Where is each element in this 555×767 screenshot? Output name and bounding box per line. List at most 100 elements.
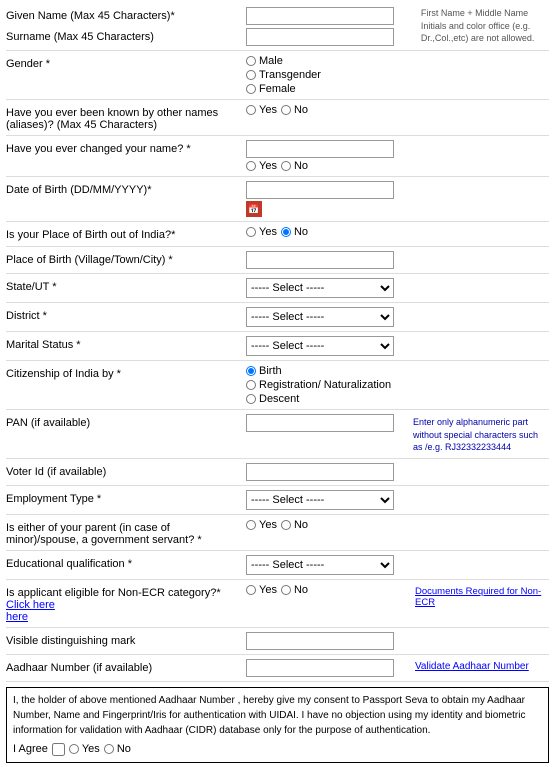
aliases-label: Have you ever been known by other names … <box>6 104 246 131</box>
consent-text: I, the holder of above mentioned Aadhaar… <box>13 695 525 736</box>
aliases-yes-row: Yes <box>246 104 277 116</box>
parent-govt-yes-label: Yes <box>259 519 277 531</box>
district-input-col: ----- Select ----- <box>246 307 549 327</box>
calendar-icon[interactable]: 📅 <box>246 201 262 217</box>
non-ecr-yes-label: Yes <box>259 584 277 596</box>
given-name-input[interactable] <box>246 7 394 25</box>
name-changed-label: Have you ever changed your name? * <box>6 140 246 155</box>
firstname-note: First Name + Middle Name Initials and co… <box>417 7 549 46</box>
birth-out-yes-row: Yes <box>246 226 277 238</box>
employment-label: Employment Type * <box>6 490 246 505</box>
given-name-field-row: Given Name (Max 45 Characters)* <box>6 7 417 25</box>
gender-female-radio[interactable] <box>246 84 256 94</box>
place-birth-out-row: Is your Place of Birth out of India?* Ye… <box>6 223 549 245</box>
district-select[interactable]: ----- Select ----- <box>246 307 394 327</box>
name-changed-yes-row: Yes <box>246 160 277 172</box>
aliases-no-label: No <box>294 104 308 116</box>
citizenship-descent-row: Descent <box>246 393 549 405</box>
parent-govt-no-label: No <box>294 519 308 531</box>
agree-checkbox[interactable] <box>52 743 65 756</box>
pan-input-col <box>246 414 409 432</box>
birth-out-no-label: No <box>294 226 308 238</box>
name-changed-no-radio[interactable] <box>281 161 291 171</box>
gender-row: Gender * Male Transgender Female <box>6 52 549 98</box>
employment-select[interactable]: ----- Select ----- <box>246 490 394 510</box>
name-changed-input-col: Yes No <box>246 140 549 172</box>
parent-govt-label: Is either of your parent (in case of min… <box>6 519 246 546</box>
employment-input-col: ----- Select ----- <box>246 490 549 510</box>
birth-out-yes-radio[interactable] <box>246 227 256 237</box>
name-changed-yes-radio[interactable] <box>246 161 256 171</box>
aliases-no-radio[interactable] <box>281 105 291 115</box>
consent-box: I, the holder of above mentioned Aadhaar… <box>6 687 549 764</box>
citizenship-reg-row: Registration/ Naturalization <box>246 379 549 391</box>
education-select[interactable]: ----- Select ----- <box>246 555 394 575</box>
distinguish-input[interactable] <box>246 632 394 650</box>
marital-label: Marital Status * <box>6 336 246 351</box>
docs-non-ecr-link[interactable]: Documents Required for Non-ECR <box>415 586 541 608</box>
birth-out-no-radio[interactable] <box>281 227 291 237</box>
aadhaar-input[interactable] <box>246 659 394 677</box>
non-ecr-yes-radio[interactable] <box>246 585 256 595</box>
gender-trans-label: Transgender <box>259 69 321 81</box>
non-ecr-here-link[interactable]: here <box>6 611 28 623</box>
marital-select[interactable]: ----- Select ----- <box>246 336 394 356</box>
non-ecr-click-link[interactable]: Click here <box>6 599 55 611</box>
surname-label: Surname (Max 45 Characters) <box>6 31 246 43</box>
i-agree-label: I Agree <box>13 741 48 758</box>
gender-trans-row: Transgender <box>246 69 549 81</box>
aliases-no-row: No <box>281 104 308 116</box>
pan-input[interactable] <box>246 414 394 432</box>
agree-yes-radio[interactable] <box>69 744 79 754</box>
place-birth-input[interactable] <box>246 251 394 269</box>
place-birth-row: Place of Birth (Village/Town/City) * <box>6 248 549 272</box>
agree-yes-row: Yes <box>69 741 100 758</box>
pan-row: PAN (if available) Enter only alphanumer… <box>6 411 549 457</box>
dob-row: Date of Birth (DD/MM/YYYY)* 📅 <box>6 178 549 220</box>
agree-yes-label: Yes <box>82 741 100 758</box>
agree-no-radio[interactable] <box>104 744 114 754</box>
surname-input[interactable] <box>246 28 394 46</box>
distinguish-label: Visible distinguishing mark <box>6 632 246 647</box>
aadhaar-validate-col: Validate Aadhaar Number <box>409 659 549 672</box>
aliases-input-col: Yes No <box>246 104 549 116</box>
non-ecr-docs-col: Documents Required for Non-ECR <box>409 584 549 608</box>
state-row: State/UT * ----- Select ----- <box>6 275 549 301</box>
state-select[interactable]: ----- Select ----- <box>246 278 394 298</box>
citizenship-reg-radio[interactable] <box>246 380 256 390</box>
parent-govt-yes-row: Yes <box>246 519 277 531</box>
given-name-label: Given Name (Max 45 Characters)* <box>6 10 246 22</box>
gender-female-label: Female <box>259 83 296 95</box>
citizenship-birth-radio[interactable] <box>246 366 256 376</box>
citizenship-descent-radio[interactable] <box>246 394 256 404</box>
given-name-row: Given Name (Max 45 Characters)* Surname … <box>6 4 549 49</box>
aliases-row: Have you ever been known by other names … <box>6 101 549 134</box>
education-label: Educational qualification * <box>6 555 246 570</box>
non-ecr-no-label: No <box>294 584 308 596</box>
non-ecr-no-radio[interactable] <box>281 585 291 595</box>
citizenship-reg-label: Registration/ Naturalization <box>259 379 391 391</box>
non-ecr-no-row: No <box>281 584 308 596</box>
surname-field-row: Surname (Max 45 Characters) <box>6 28 417 46</box>
voter-id-input[interactable] <box>246 463 394 481</box>
parent-govt-no-radio[interactable] <box>281 520 291 530</box>
name-changed-text-input[interactable] <box>246 140 394 158</box>
aliases-yes-radio[interactable] <box>246 105 256 115</box>
gender-input-col: Male Transgender Female <box>246 55 549 95</box>
birth-out-no-row: No <box>281 226 308 238</box>
validate-aadhaar-link[interactable]: Validate Aadhaar Number <box>415 661 529 672</box>
parent-govt-input-col: Yes No <box>246 519 549 531</box>
dob-label: Date of Birth (DD/MM/YYYY)* <box>6 181 246 196</box>
gender-male-row: Male <box>246 55 549 67</box>
agree-no-label: No <box>117 741 131 758</box>
gender-trans-radio[interactable] <box>246 70 256 80</box>
dob-input[interactable] <box>246 181 394 199</box>
parent-govt-yes-radio[interactable] <box>246 520 256 530</box>
voter-id-row: Voter Id (if available) <box>6 460 549 484</box>
pan-note: Enter only alphanumeric part without spe… <box>409 414 549 454</box>
citizenship-input-col: Birth Registration/ Naturalization Desce… <box>246 365 549 405</box>
place-birth-out-label: Is your Place of Birth out of India?* <box>6 226 246 241</box>
voter-id-input-col <box>246 463 409 481</box>
pan-label: PAN (if available) <box>6 414 246 429</box>
gender-male-radio[interactable] <box>246 56 256 66</box>
